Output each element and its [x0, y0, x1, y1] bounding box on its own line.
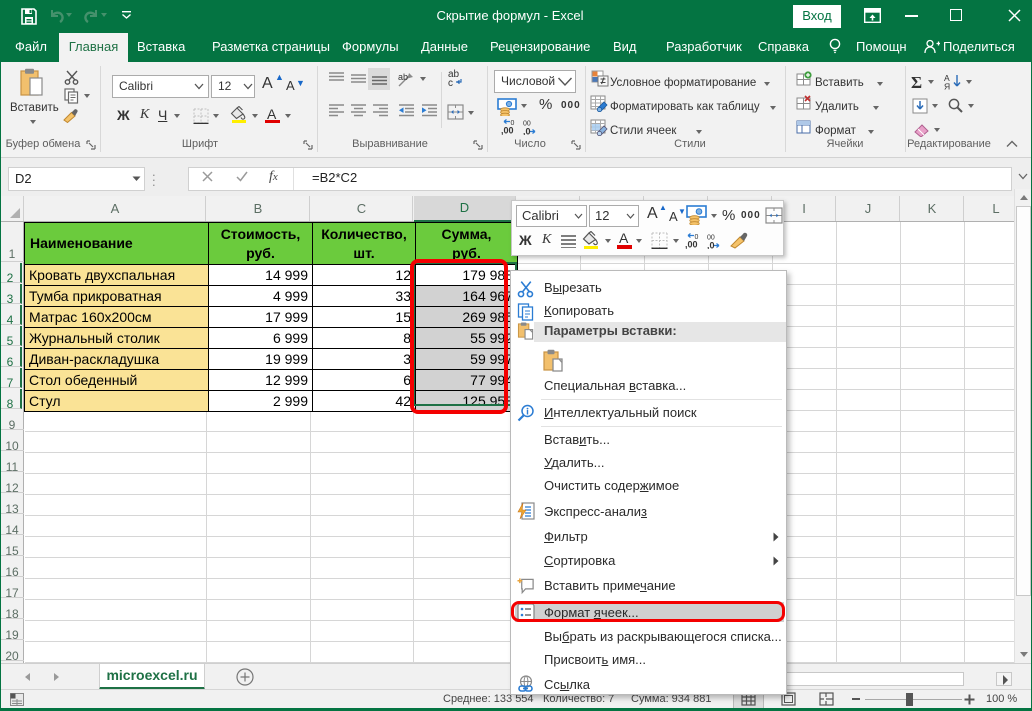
svg-text:c: c: [448, 78, 453, 87]
svg-text:ab: ab: [398, 72, 408, 82]
svg-text:,00: ,00: [501, 126, 514, 136]
svg-text:,0: ,0: [523, 127, 531, 136]
svg-text:,0: ,0: [707, 241, 715, 250]
svg-text:Я: Я: [944, 82, 950, 91]
svg-text:,00: ,00: [685, 240, 698, 250]
